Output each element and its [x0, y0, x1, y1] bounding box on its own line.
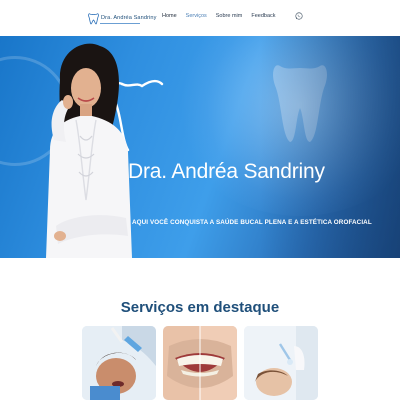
hero-subtitle: AQUI VOCÊ CONQUISTA A SAÚDE BUCAL PLENA … — [132, 219, 372, 226]
nav-about[interactable]: Sobre mim — [216, 13, 243, 19]
site-logo[interactable]: Dra. Andréa Sandriny — [88, 9, 156, 27]
doctor-portrait — [46, 43, 132, 258]
logo-text: Dra. Andréa Sandriny — [101, 15, 157, 21]
logo-underline — [100, 23, 140, 24]
site-header: Dra. Andréa Sandriny Home Serviços Sobre… — [0, 0, 400, 36]
services-section-title: Serviços em destaque — [120, 299, 280, 316]
facial-aesthetics-image — [244, 326, 318, 400]
nav-feedback[interactable]: Feedback — [251, 13, 275, 19]
tooth-logo-icon — [88, 12, 99, 24]
service-card-whitening[interactable] — [163, 326, 237, 400]
whatsapp-icon[interactable] — [295, 12, 303, 20]
service-card-dental-exam[interactable] — [82, 326, 156, 400]
patient-dental-exam-image — [82, 326, 156, 400]
main-nav: Home Serviços Sobre mim Feedback — [162, 13, 285, 19]
nav-home[interactable]: Home — [162, 13, 177, 19]
hero-banner: Dra. Andréa Sandriny AQUI VOCÊ CONQUISTA… — [0, 36, 400, 258]
nav-services[interactable]: Serviços — [186, 13, 207, 19]
service-card-facial-aesthetics[interactable] — [244, 326, 318, 400]
hero-title: Dra. Andréa Sandriny — [128, 160, 325, 183]
smile-whitening-image — [163, 326, 237, 400]
service-cards — [82, 326, 318, 400]
